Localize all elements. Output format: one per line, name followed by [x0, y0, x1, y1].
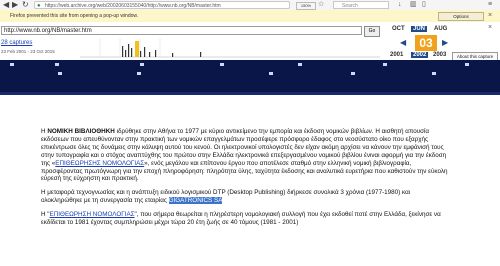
gigatronics-selection[interactable]: GIGATRONICS SA [168, 197, 223, 205]
current-month: JUN [411, 26, 428, 32]
wayback-go-button[interactable]: Go [364, 26, 380, 37]
sidebar-icon[interactable]: ▯ [422, 1, 426, 9]
reload-icon[interactable]: ↻ [22, 1, 29, 9]
site-banner [0, 60, 500, 94]
banner-icon[interactable] [137, 72, 141, 75]
epitheorisi-link[interactable]: ΕΠΙΘΕΩΡΗΣΗΣ ΝΟΜΟΛΟΓΙΑΣ [55, 160, 144, 167]
text-span: Η μεταφορά τεχνογνωσίας και η ανάπτυξη ε… [41, 189, 411, 205]
banner-divider [0, 92, 500, 95]
banner-icon[interactable] [10, 63, 14, 66]
address-bar[interactable]: ● https://web.archive.org/web/2002060315… [34, 1, 290, 9]
banner-icon[interactable] [298, 63, 302, 66]
wayback-url-input[interactable]: http://www.nb.org/NB/master.htm [1, 26, 362, 35]
prev-year-link[interactable]: 2001 [390, 52, 403, 58]
capture-day: 03 [415, 35, 437, 51]
bookmark-icon[interactable]: ☆ [318, 1, 324, 9]
banner-icon[interactable] [55, 63, 59, 66]
prev-month-link[interactable]: OCT [392, 26, 405, 32]
banner-icon[interactable] [383, 63, 387, 66]
capture-range: 23 Feb 2001 - 23 Oct 2015 [1, 49, 55, 54]
next-year-link[interactable]: 2003 [433, 52, 446, 58]
wayback-close-icon[interactable]: × [488, 24, 492, 31]
banner-icon[interactable] [269, 72, 273, 75]
epitheorisi-link-2[interactable]: ΕΠΙΘΕΩΡΗΣΗ ΝΟΜΟΛΟΓΙΑΣ [50, 211, 135, 218]
company-name: ΝΟΜΙΚΗ ΒΙΒΛΙΟΘΗΚΗ [47, 128, 115, 135]
next-month-link[interactable]: AUG [434, 26, 447, 32]
main-content: Η ΝΟΜΙΚΗ ΒΙΒΛΙΟΘΗΚΗ ιδρύθηκε στην Αθήνα … [41, 128, 451, 233]
download-icon[interactable]: ↓ [398, 1, 402, 9]
library-icon[interactable]: ▥ [410, 1, 417, 9]
menu-icon[interactable]: ≡ [488, 1, 492, 9]
zoom-indicator[interactable]: 150% [296, 2, 316, 10]
text-span: Η " [41, 211, 50, 219]
next-capture-icon[interactable]: ▶ [442, 39, 448, 47]
capture-sparkline[interactable] [80, 38, 380, 58]
lock-icon: ● [37, 3, 41, 9]
prev-capture-icon[interactable]: ◀ [400, 39, 406, 47]
banner-icon[interactable] [220, 63, 224, 66]
search-input[interactable]: Search [333, 1, 389, 9]
back-icon[interactable]: ◀ [3, 1, 9, 9]
popup-close-icon[interactable]: × [488, 12, 492, 20]
banner-icon[interactable] [351, 72, 355, 75]
popup-options-button[interactable]: Options [438, 12, 484, 21]
popup-message: Firefox prevented this site from opening… [10, 13, 139, 19]
captures-link[interactable]: 28 captures [1, 40, 32, 46]
banner-icon[interactable] [140, 63, 144, 66]
paragraph-review: Η "ΕΠΙΘΕΩΡΗΣΗ ΝΟΜΟΛΟΓΙΑΣ", που σήμερα θε… [41, 211, 451, 227]
banner-icon[interactable] [465, 63, 469, 66]
address-bar-text: https://web.archive.org/web/200206031550… [45, 3, 221, 9]
banner-icon[interactable] [432, 72, 436, 75]
current-year: 2002 [411, 52, 429, 58]
paragraph-dtp: Η μεταφορά τεχνογνωσίας και η ανάπτυξη ε… [41, 189, 451, 205]
banner-icon[interactable] [58, 72, 62, 75]
forward-icon[interactable]: ▶ [12, 1, 18, 9]
paragraph-history: Η ΝΟΜΙΚΗ ΒΙΒΛΙΟΘΗΚΗ ιδρύθηκε στην Αθήνα … [41, 128, 451, 183]
